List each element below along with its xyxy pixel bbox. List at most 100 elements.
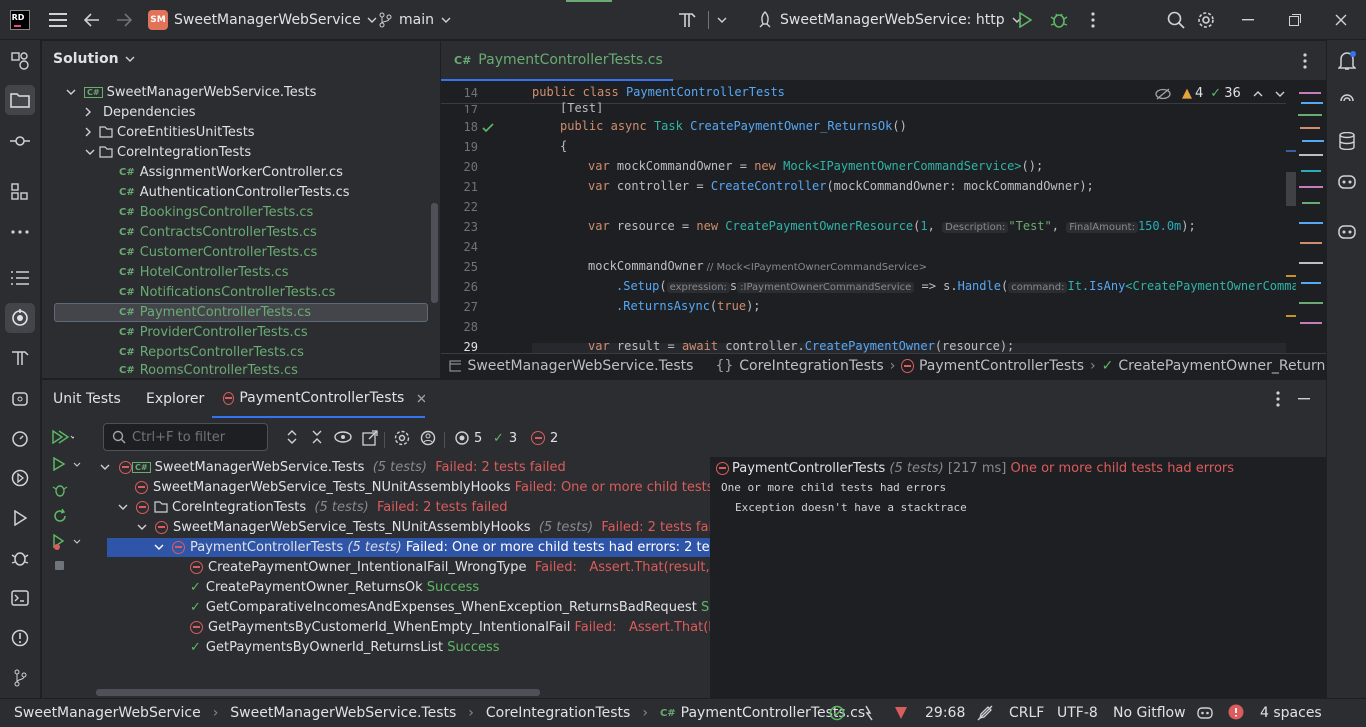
expand-all-button[interactable]	[286, 430, 298, 444]
tool-window-services-run[interactable]	[9, 467, 31, 489]
tree-item-project[interactable]: C# SweetManagerWebService.Tests	[66, 82, 316, 102]
error-status[interactable]	[893, 705, 909, 721]
notifications-button[interactable]	[1336, 50, 1358, 72]
close-window-button[interactable]	[1335, 0, 1347, 40]
tool-window-nuget[interactable]	[9, 387, 31, 409]
status-breadcrumb-item[interactable]: SweetManagerWebService.Tests	[230, 705, 456, 721]
test-node-method[interactable]: ✓ GetComparativeIncomesAndExpenses_WhenE…	[190, 597, 710, 617]
app-logo[interactable]: RD	[10, 0, 30, 40]
tree-item-file[interactable]: C# ReportsControllerTests.cs	[119, 342, 304, 362]
line-ending[interactable]: CRLF	[1009, 705, 1044, 721]
tool-window-commit[interactable]	[9, 130, 31, 152]
chevron-down-icon[interactable]	[1275, 91, 1285, 97]
breadcrumb-item[interactable]: CoreIntegrationTests	[739, 358, 883, 374]
scrollbar-thumb[interactable]	[431, 203, 438, 303]
power-save-button[interactable]	[863, 705, 877, 721]
tool-window-todo[interactable]	[9, 267, 31, 289]
tab-session[interactable]: PaymentControllerTests	[212, 380, 425, 418]
stop-icon[interactable]	[55, 561, 64, 570]
tab-unit-tests[interactable]: Unit Tests	[53, 380, 121, 418]
panel-more-button[interactable]	[1276, 391, 1280, 407]
gitflow-status[interactable]: No Gitflow	[1113, 705, 1186, 721]
caret-position[interactable]: 29:68	[925, 705, 965, 721]
chevron-up-icon[interactable]	[1253, 90, 1263, 97]
back-button[interactable]	[84, 0, 100, 40]
breadcrumb-item[interactable]: SweetManagerWebService.Tests	[467, 358, 693, 374]
run-config-selector[interactable]: SweetManagerWebService: http	[757, 0, 1022, 40]
run-test-gutter-icon[interactable]	[481, 121, 497, 135]
tree-item-file[interactable]: C# ProviderControllerTests.cs	[119, 322, 308, 342]
branch-selector[interactable]: main	[378, 0, 451, 40]
maximize-button[interactable]	[1289, 0, 1301, 40]
tab-explorer[interactable]: Explorer	[146, 380, 204, 418]
ai-assistant-button[interactable]	[1336, 90, 1358, 112]
tree-item-file[interactable]: C# ContractsControllerTests.cs	[119, 222, 317, 242]
tool-window-build[interactable]	[9, 347, 31, 369]
test-node-method[interactable]: CreatePaymentOwner_IntentionalFail_Wrong…	[190, 557, 710, 577]
tree-item-file[interactable]: C# AuthenticationControllerTests.cs	[119, 182, 350, 202]
debug-button[interactable]	[52, 482, 68, 498]
test-node-project[interactable]: C# SweetManagerWebService.Tests (5 tests…	[100, 457, 566, 477]
hide-panel-button[interactable]	[1298, 398, 1310, 400]
tool-window-run[interactable]	[9, 507, 31, 529]
database-button[interactable]	[1336, 130, 1358, 152]
horizontal-scrollbar-thumb[interactable]	[96, 689, 540, 696]
test-node-namespace[interactable]: CoreIntegrationTests (5 tests) Failed: 2…	[118, 497, 507, 517]
forward-button[interactable]	[116, 0, 132, 40]
readonly-toggle[interactable]	[977, 705, 993, 721]
solution-header[interactable]: Solution	[53, 51, 135, 67]
tool-window-more[interactable]	[9, 221, 31, 243]
minimap[interactable]	[1296, 82, 1326, 353]
status-breadcrumb-item[interactable]: CoreIntegrationTests	[486, 705, 630, 721]
build-options-button[interactable]	[717, 0, 727, 40]
breadcrumb-item[interactable]: CreatePaymentOwner_ReturnsOk	[1118, 358, 1326, 374]
tree-item-folder[interactable]: CoreEntitiesUnitTests	[85, 122, 255, 142]
filter-total[interactable]: 5	[454, 428, 482, 448]
copilot-chat-button[interactable]	[1336, 220, 1358, 242]
tree-item-file-selected[interactable]: C# PaymentControllerTests.cs	[119, 302, 311, 322]
tree-item-folder[interactable]: CoreIntegrationTests	[85, 142, 251, 162]
editor-tab-active[interactable]: C# PaymentControllerTests.cs	[441, 41, 673, 81]
tree-item-file[interactable]: C# AssignmentWorkerController.cs	[119, 162, 343, 182]
tree-item-file[interactable]: C# RoomsControllerTests.cs	[119, 362, 298, 378]
test-node-method[interactable]: ✓ CreatePaymentOwner_ReturnsOk Success	[190, 577, 479, 597]
tree-item-file[interactable]: C# CustomerControllerTests.cs	[119, 242, 317, 262]
search-everywhere-button[interactable]	[1167, 0, 1185, 40]
status-breadcrumb-item[interactable]: SweetManagerWebService	[14, 705, 201, 721]
tool-window-problems[interactable]	[9, 627, 31, 649]
main-menu-button[interactable]	[49, 0, 67, 40]
filter-input[interactable]: Ctrl+F to filter	[103, 423, 268, 451]
inspection-status[interactable]	[829, 705, 845, 721]
settings-button[interactable]	[394, 430, 410, 446]
tool-window-terminal[interactable]	[9, 587, 31, 609]
tool-window-solution[interactable]	[5, 85, 35, 115]
tool-window-services[interactable]	[9, 50, 31, 72]
file-encoding[interactable]: UTF-8	[1057, 705, 1098, 721]
test-node-method[interactable]: ✓ GetPaymentsByOwnerId_ReturnsList Succe…	[190, 637, 500, 657]
error-indicator[interactable]	[1228, 704, 1244, 720]
tree-item-dependencies[interactable]: Dependencies	[85, 102, 196, 122]
debug-button[interactable]	[1050, 0, 1068, 40]
rerun-button[interactable]	[52, 508, 68, 524]
tool-window-structure[interactable]	[9, 181, 31, 203]
run-failed-button[interactable]	[52, 534, 82, 550]
close-tab-icon[interactable]	[417, 394, 425, 403]
more-actions-button[interactable]	[1091, 0, 1095, 40]
tool-window-unit-tests[interactable]	[5, 303, 35, 333]
test-node-fixture-hooks[interactable]: SweetManagerWebService_Tests_NUnitAssemb…	[137, 517, 710, 537]
tool-window-dynamic-program-analysis[interactable]	[9, 427, 31, 449]
copilot-status[interactable]	[1197, 705, 1213, 721]
collapse-all-button[interactable]	[311, 430, 323, 444]
tree-item-file[interactable]: C# BookingsControllerTests.cs	[119, 202, 313, 222]
project-selector[interactable]: SM SweetManagerWebService	[148, 0, 377, 40]
settings-button[interactable]	[1197, 0, 1215, 40]
test-node-method[interactable]: GetPaymentsByCustomerId_WhenEmpty_Intent…	[190, 617, 710, 637]
tree-item-file[interactable]: C# NotificationsControllerTests.cs	[119, 282, 335, 302]
build-button[interactable]	[677, 0, 697, 40]
tool-window-debug[interactable]	[9, 547, 31, 569]
copilot-button[interactable]	[1336, 170, 1358, 192]
track-running-button[interactable]	[420, 430, 438, 446]
editor-more-button[interactable]	[1303, 53, 1307, 69]
tree-item-file[interactable]: C# HotelControllerTests.cs	[119, 262, 289, 282]
breadcrumb-item[interactable]: PaymentControllerTests	[919, 358, 1084, 374]
